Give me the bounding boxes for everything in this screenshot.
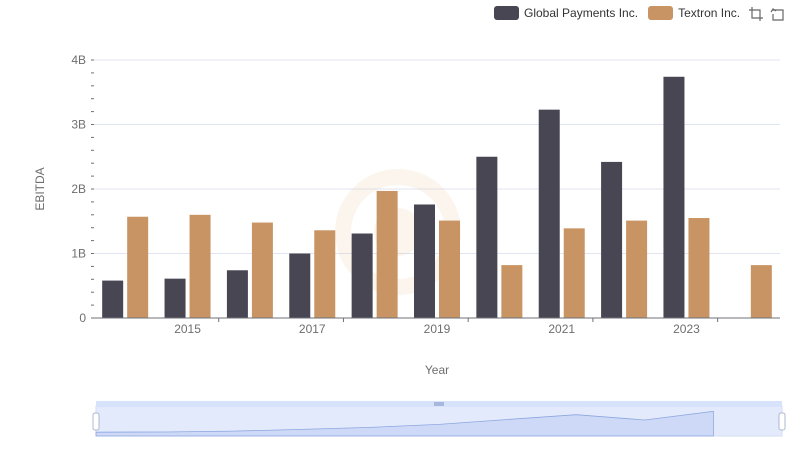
legend-swatch-textron <box>648 6 674 20</box>
bar-global-payments-2019[interactable] <box>414 204 435 318</box>
bar-textron-2024[interactable] <box>750 265 772 318</box>
legend-label-textron: Textron Inc. <box>678 6 741 20</box>
chart: 0 1B 2B 3B 4B 2015 2017 2019 2021 2023 EBITDA Ye… <box>33 53 786 437</box>
bar-global-payments-2021[interactable] <box>538 109 560 318</box>
y-tick-label: 2B <box>71 182 86 196</box>
data-zoom-slider[interactable] <box>92 401 786 437</box>
bar-textron-2015[interactable] <box>189 214 211 318</box>
bar-textron-2021[interactable] <box>563 228 585 318</box>
x-tick-label: 2023 <box>673 322 700 336</box>
y-tick-label: 0 <box>79 311 86 325</box>
x-tick-label: 2015 <box>174 322 201 336</box>
toolbox <box>748 6 786 22</box>
legend-item-global-payments[interactable]: Global Payments Inc. <box>494 6 638 20</box>
y-axis-ticks: 0 1B 2B 3B 4B <box>71 53 94 325</box>
bar-global-payments-2022[interactable] <box>601 161 623 318</box>
bar-global-payments-2014[interactable] <box>102 280 124 318</box>
x-tick-label: 2017 <box>299 322 326 336</box>
bar-global-payments-2020[interactable] <box>476 156 498 318</box>
legend-item-textron[interactable]: Textron Inc. <box>648 6 740 20</box>
bar-textron-2022[interactable] <box>626 220 648 318</box>
legend-label-global-payments: Global Payments Inc. <box>524 6 639 20</box>
data-zoom-right-handle[interactable] <box>778 412 786 431</box>
bar-textron-2023[interactable] <box>688 218 710 318</box>
legend: Global Payments Inc. Textron Inc. <box>494 4 750 22</box>
bar-textron-2020[interactable] <box>501 265 523 318</box>
x-axis-title: Year <box>425 363 449 377</box>
bar-textron-2016[interactable] <box>251 222 273 318</box>
data-zoom-left-handle[interactable] <box>92 412 100 431</box>
y-tick-label: 4B <box>71 53 86 67</box>
zoom-icon[interactable] <box>748 6 764 22</box>
y-axis-title: EBITDA <box>33 167 47 210</box>
restore-icon[interactable] <box>770 6 786 22</box>
bar-textron-2017[interactable] <box>314 230 336 318</box>
x-axis-ticks: 2015 2017 2019 2021 2023 <box>174 318 719 336</box>
y-tick-label: 1B <box>71 247 86 261</box>
bar-global-payments-2023[interactable] <box>663 76 685 319</box>
bar-global-payments-2018[interactable] <box>351 233 373 318</box>
x-tick-label: 2019 <box>424 322 451 336</box>
bar-textron-2018[interactable] <box>376 190 398 318</box>
bar-global-payments-2015[interactable] <box>164 278 186 318</box>
y-tick-label: 3B <box>71 118 86 132</box>
bar-textron-2014[interactable] <box>127 216 149 318</box>
bar-global-payments-2016[interactable] <box>226 270 248 318</box>
bar-global-payments-2017[interactable] <box>289 253 311 319</box>
legend-swatch-global-payments <box>494 6 519 20</box>
x-tick-label: 2021 <box>548 322 575 336</box>
data-zoom-grip[interactable] <box>434 402 444 406</box>
bar-textron-2019[interactable] <box>439 220 460 318</box>
